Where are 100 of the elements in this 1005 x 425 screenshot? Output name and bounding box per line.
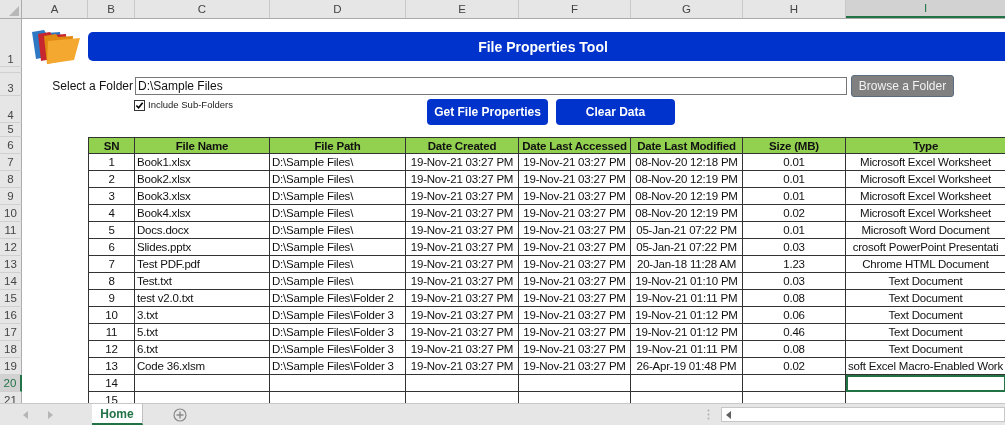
column-header[interactable]: A — [22, 0, 88, 18]
scroll-left-icon[interactable] — [726, 410, 731, 419]
include-subfolders-label: Include Sub-Folders — [148, 99, 234, 110]
table-cell: Microsoft Excel Worksheet — [846, 171, 1005, 188]
previous-sheet-icon[interactable] — [23, 410, 29, 419]
table-cell: 19-Nov-21 03:27 PM — [519, 171, 631, 188]
table-cell: 5 — [88, 222, 135, 239]
row-header[interactable]: 15 — [0, 290, 22, 307]
table-cell: 19-Nov-21 03:27 PM — [519, 205, 631, 222]
table-cell: 05-Jan-21 07:22 PM — [631, 222, 743, 239]
table-cell: D:\Sample Files\Folder 3 — [270, 341, 406, 358]
table-cell: 4 — [88, 205, 135, 222]
action-button[interactable]: Clear Data — [556, 99, 675, 125]
table-cell: 19-Nov-21 03:27 PM — [519, 188, 631, 205]
row-header[interactable] — [0, 67, 22, 73]
table-cell: 3.txt — [135, 307, 270, 324]
table-cell: 7 — [88, 256, 135, 273]
table-cell: test v2.0.txt — [135, 290, 270, 307]
column-header[interactable]: D — [270, 0, 406, 18]
row-header[interactable]: 14 — [0, 273, 22, 290]
table-cell: 19-Nov-21 01:12 PM — [631, 324, 743, 341]
table-cell: D:\Sample Files\ — [270, 273, 406, 290]
column-header[interactable]: C — [135, 0, 270, 18]
next-sheet-icon[interactable] — [47, 410, 53, 419]
table-cell: 19-Nov-21 03:27 PM — [406, 222, 519, 239]
row-header[interactable]: 19 — [0, 358, 22, 375]
horizontal-scrollbar[interactable] — [721, 407, 1005, 422]
row-header[interactable]: 6 — [0, 137, 22, 154]
table-cell: 19-Nov-21 03:27 PM — [519, 222, 631, 239]
table-cell: 19-Nov-21 03:27 PM — [519, 154, 631, 171]
column-heading: Date Last Modified — [631, 137, 743, 154]
column-header[interactable]: B — [88, 0, 135, 18]
action-button[interactable]: Get File Properties — [427, 99, 548, 125]
table-cell: D:\Sample Files\ — [270, 222, 406, 239]
table-cell: 0.46 — [743, 324, 846, 341]
table-cell: 3 — [88, 188, 135, 205]
row-header[interactable]: 18 — [0, 341, 22, 358]
table-cell: D:\Sample Files\Folder 2 — [270, 290, 406, 307]
table-cell: 19-Nov-21 03:27 PM — [406, 239, 519, 256]
add-sheet-icon[interactable] — [173, 407, 187, 422]
table-cell: Text Document — [846, 324, 1005, 341]
table-cell: Microsoft Word Document — [846, 222, 1005, 239]
column-heading: Date Created — [406, 137, 519, 154]
row-header[interactable]: 7 — [0, 154, 22, 171]
table-cell: Text Document — [846, 290, 1005, 307]
select-all-icon[interactable] — [9, 6, 19, 16]
include-subfolders-checkbox[interactable] — [134, 100, 145, 111]
table-cell: D:\Sample Files\ — [270, 205, 406, 222]
row-header[interactable]: 3 — [0, 73, 22, 96]
table-cell: 19-Nov-21 03:27 PM — [519, 239, 631, 256]
column-header[interactable]: F — [519, 0, 631, 18]
row-header[interactable]: 16 — [0, 307, 22, 324]
table-cell: 6.txt — [135, 341, 270, 358]
table-cell: 0.08 — [743, 341, 846, 358]
table-cell: 12 — [88, 341, 135, 358]
row-header[interactable]: 4 — [0, 96, 22, 123]
row-header[interactable]: 13 — [0, 256, 22, 273]
table-cell: 08-Nov-20 12:19 PM — [631, 171, 743, 188]
row-header[interactable]: 9 — [0, 188, 22, 205]
table-cell: 19-Nov-21 03:27 PM — [406, 171, 519, 188]
column-heading: File Path — [270, 137, 406, 154]
column-heading: SN — [88, 137, 135, 154]
row-header[interactable]: 5 — [0, 123, 22, 137]
table-cell: 19-Nov-21 01:11 PM — [631, 290, 743, 307]
table-cell: Book1.xlsx — [135, 154, 270, 171]
table-cell: 19-Nov-21 01:12 PM — [631, 307, 743, 324]
folder-path-field[interactable]: D:\Sample Files — [135, 77, 847, 95]
table-cell: D:\Sample Files\ — [270, 154, 406, 171]
table-cell: 19-Nov-21 03:27 PM — [519, 324, 631, 341]
column-header[interactable]: I — [846, 0, 1005, 18]
row-header[interactable]: 1 — [0, 19, 22, 67]
table-cell: Book4.xlsx — [135, 205, 270, 222]
table-cell: 8 — [88, 273, 135, 290]
row-header[interactable]: 8 — [0, 171, 22, 188]
row-header[interactable]: 12 — [0, 239, 22, 256]
sheet-tab[interactable]: Home — [92, 404, 143, 425]
row-header[interactable]: 10 — [0, 205, 22, 222]
table-cell: 1 — [88, 154, 135, 171]
column-header[interactable]: E — [406, 0, 519, 18]
table-cell: 19-Nov-21 03:27 PM — [406, 273, 519, 290]
row-header[interactable]: 20 — [0, 375, 22, 392]
table-cell: Microsoft Excel Worksheet — [846, 205, 1005, 222]
table-cell: 08-Nov-20 12:18 PM — [631, 154, 743, 171]
table-cell: 19-Nov-21 03:27 PM — [519, 290, 631, 307]
row-header[interactable]: 17 — [0, 324, 22, 341]
table-cell: 13 — [88, 358, 135, 375]
table-cell: Book2.xlsx — [135, 171, 270, 188]
browse-folder-button[interactable]: Browse a Folder — [851, 75, 954, 97]
table-cell: soft Excel Macro-Enabled Work — [846, 358, 1005, 375]
table-cell: 5.txt — [135, 324, 270, 341]
table-cell: 0.01 — [743, 154, 846, 171]
folder-label: Select a Folder — [51, 79, 133, 93]
table-cell: 2 — [88, 171, 135, 188]
column-header[interactable]: G — [631, 0, 743, 18]
table-cell: D:\Sample Files\ — [270, 239, 406, 256]
row-header[interactable]: 11 — [0, 222, 22, 239]
table-cell: D:\Sample Files\Folder 3 — [270, 307, 406, 324]
table-cell: 20-Jan-18 11:28 AM — [631, 256, 743, 273]
table-cell: 19-Nov-21 03:27 PM — [406, 307, 519, 324]
table-cell: 19-Nov-21 03:27 PM — [519, 273, 631, 290]
